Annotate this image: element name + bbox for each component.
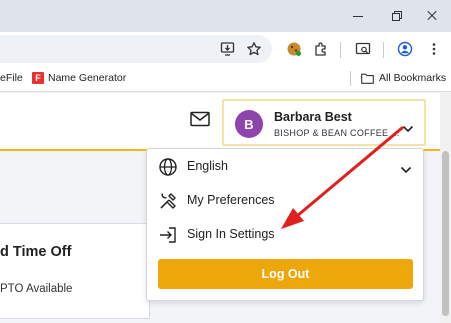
scrollbar-thumb[interactable] (442, 151, 449, 316)
bookmark-star-icon[interactable] (245, 40, 263, 58)
sign-in-icon (158, 225, 178, 245)
all-bookmarks-label: All Bookmarks (379, 72, 447, 84)
more-menu-icon[interactable] (425, 40, 443, 58)
chevron-down-icon (402, 120, 414, 138)
card-subtitle: PTO Available (0, 283, 73, 295)
menu-item-label: English (187, 159, 228, 173)
card-title: d Time Off (0, 244, 72, 260)
all-bookmarks-button[interactable]: All Bookmarks (361, 72, 446, 84)
app-header: B Barbara Best BISHOP & BEAN COFFEE ... (0, 93, 440, 151)
tab-search-icon[interactable] (354, 40, 372, 58)
menu-item-language[interactable]: English (147, 151, 423, 181)
time-off-card: d Time Off PTO Available (0, 223, 150, 319)
company-name: BISHOP & BEAN COFFEE ... (274, 128, 400, 138)
folder-icon (361, 73, 374, 84)
bookmark-label: Name Generator (48, 72, 127, 84)
logout-button[interactable]: Log Out (158, 259, 413, 289)
restore-icon[interactable] (387, 6, 407, 26)
user-profile-button[interactable]: B Barbara Best BISHOP & BEAN COFFEE ... (222, 99, 426, 146)
browser-title-bar (0, 0, 451, 32)
profile-icon[interactable] (396, 40, 414, 58)
menu-item-label: My Preferences (187, 193, 275, 207)
close-icon[interactable] (422, 6, 442, 26)
menu-item-my-preferences[interactable]: My Preferences (147, 185, 423, 215)
extension-cookie-icon[interactable] (285, 40, 303, 58)
bookmarks-divider (350, 71, 351, 86)
chevron-down-icon (400, 161, 412, 179)
bookmark-efile[interactable]: eFile (0, 72, 23, 84)
f-logo-icon: F (32, 72, 44, 84)
browser-toolbar (0, 32, 451, 66)
profile-dropdown-menu: English My Preferences Sign In Settings … (146, 148, 424, 301)
toolbar-divider (340, 42, 341, 58)
menu-item-sign-in-settings[interactable]: Sign In Settings (147, 219, 423, 249)
menu-item-label: Sign In Settings (187, 227, 275, 241)
install-app-icon[interactable] (219, 40, 237, 58)
toolbar-divider (383, 42, 384, 58)
avatar: B (235, 110, 263, 138)
bookmark-name-generator[interactable]: F Name Generator (32, 72, 126, 84)
extensions-puzzle-icon[interactable] (312, 40, 330, 58)
tools-icon (158, 191, 178, 211)
globe-icon (158, 157, 178, 177)
user-name: Barbara Best (274, 110, 352, 124)
minimize-icon[interactable] (348, 6, 368, 26)
bookmarks-bar: eFile F Name Generator All Bookmarks (0, 66, 451, 92)
mail-icon[interactable] (190, 111, 210, 132)
page-scrollbar[interactable] (440, 93, 451, 323)
